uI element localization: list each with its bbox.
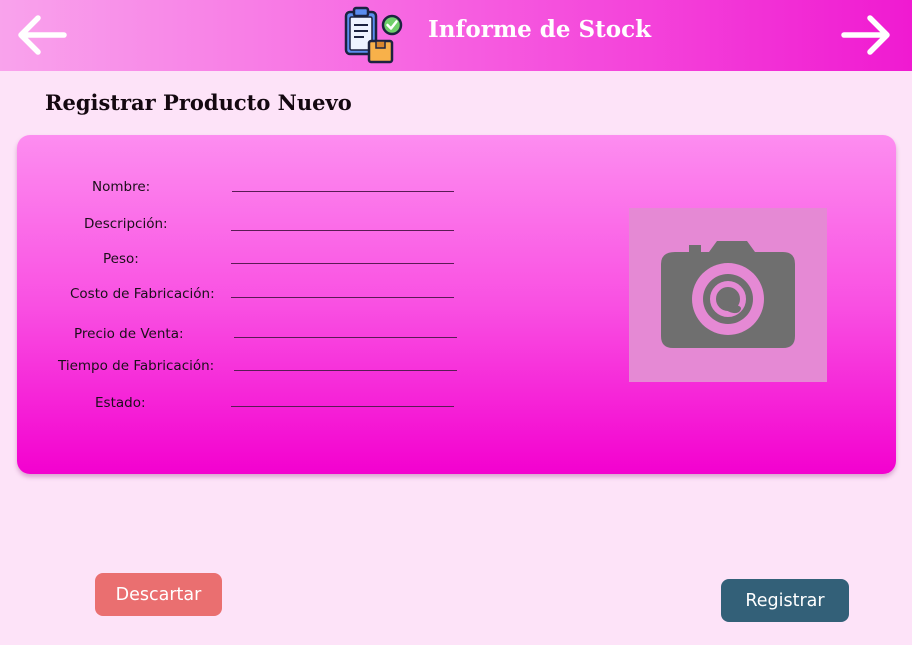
field-label-nombre: Nombre: bbox=[92, 179, 151, 195]
input-costo[interactable] bbox=[231, 297, 454, 298]
input-descripcion[interactable] bbox=[231, 230, 454, 231]
input-peso[interactable] bbox=[231, 263, 454, 264]
page-title: Registrar Producto Nuevo bbox=[45, 90, 352, 115]
product-form-card: Nombre: Descripción: Peso: Costo de Fabr… bbox=[17, 135, 896, 474]
app-header: Informe de Stock bbox=[0, 0, 912, 71]
field-label-descripcion: Descripción: bbox=[84, 216, 168, 232]
field-label-costo: Costo de Fabricación: bbox=[70, 286, 215, 302]
camera-icon bbox=[661, 241, 795, 348]
app-title: Informe de Stock bbox=[428, 16, 652, 43]
register-button[interactable]: Registrar bbox=[721, 579, 849, 622]
input-precio[interactable] bbox=[234, 337, 457, 338]
field-label-peso: Peso: bbox=[103, 251, 139, 267]
clipboard-stock-icon bbox=[344, 6, 403, 64]
field-label-precio: Precio de Venta: bbox=[74, 326, 184, 342]
discard-button[interactable]: Descartar bbox=[95, 573, 222, 616]
input-estado[interactable] bbox=[231, 406, 454, 407]
arrow-right-icon[interactable] bbox=[840, 14, 894, 56]
product-photo-upload[interactable] bbox=[629, 208, 827, 382]
field-label-tiempo: Tiempo de Fabricación: bbox=[58, 358, 215, 374]
arrow-left-icon[interactable] bbox=[14, 14, 68, 56]
input-tiempo[interactable] bbox=[234, 370, 457, 371]
input-nombre[interactable] bbox=[232, 191, 454, 192]
field-label-estado: Estado: bbox=[95, 395, 146, 411]
